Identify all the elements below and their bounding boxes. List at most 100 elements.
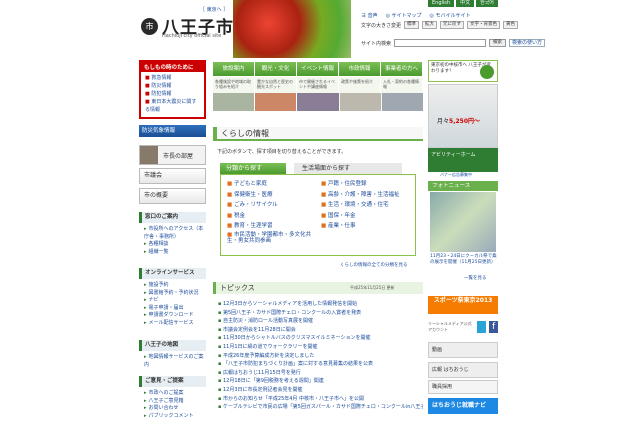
topic-item[interactable]: 第5回八王子・カサド国際チェロ・コンクールの入賞者を発表 [218, 309, 423, 318]
search-help-link[interactable]: 検索の使い方 [509, 39, 546, 47]
search-input[interactable] [394, 39, 487, 47]
city-logo-icon[interactable]: 市 [141, 18, 158, 35]
list-item[interactable]: 組織一覧 [144, 249, 206, 257]
nav-tab[interactable]: 市政情報 [339, 62, 381, 76]
emergency-item[interactable]: 防災情報 [145, 82, 200, 90]
photo-news-image[interactable] [430, 192, 496, 252]
list-item[interactable]: 施設予約 [144, 282, 206, 290]
color-yellow-button[interactable]: 黄色 [503, 21, 519, 29]
topic-item[interactable]: 12月3日からソーシャルメディアを活用した情報発信を開始 [218, 300, 423, 309]
city-overview-button[interactable]: 市の概要 [139, 188, 206, 204]
mayor-room-label: 市長の部屋 [163, 152, 194, 160]
topic-item[interactable]: 「八王子市防犯まちづくり計画」案に対する意見募集の結果を公表 [218, 360, 423, 369]
nav-photo[interactable] [339, 93, 381, 111]
city-newsletter-banner[interactable]: 広報 はちおうじ [428, 362, 498, 378]
list-item[interactable]: パブリックコメント [144, 413, 206, 421]
weather-info-banner[interactable]: 防災気象情報 [139, 125, 206, 137]
list-item[interactable]: ナビ [144, 297, 206, 305]
topic-item[interactable]: 自主防災・消防ロール活動写真展を開催 [218, 317, 423, 326]
list-item[interactable]: 八王子ご意見箱 [144, 398, 206, 406]
ad-banner-home[interactable]: アビリティーホーム [428, 148, 498, 172]
font-reset-button[interactable]: 元に戻す [440, 21, 465, 29]
sitemap-link[interactable]: ◎ サイトマップ [386, 12, 422, 19]
emergency-title: もしもの時のために [141, 62, 204, 72]
header-autumn-leaves-image [233, 0, 351, 58]
voice-link[interactable]: ヨ 音声 [361, 12, 378, 19]
list-item[interactable]: 図書館予約・予約状況 [144, 290, 206, 298]
topic-item[interactable]: 11月1日に絹の道でウォークラリーを開催 [218, 343, 423, 352]
lang-chinese[interactable]: 中文 [456, 0, 475, 7]
topic-item[interactable]: 平成26年度予算編成方針を決定しました [218, 352, 423, 361]
topic-item[interactable]: 12月18日に「第9回税務を考える週間」関連 [218, 377, 423, 386]
topic-item[interactable]: 市議会定例会を11月28日に開会 [218, 326, 423, 335]
photo-news-more-link[interactable]: 一覧を見る [464, 275, 487, 281]
list-item[interactable]: 地図情報サービスのご案内 [144, 354, 206, 369]
tab-by-scene[interactable]: 生活場面から探す [294, 163, 402, 174]
category-link[interactable]: 教育・生涯学習 [227, 221, 317, 232]
lang-english[interactable]: English [428, 0, 455, 7]
nav-tab[interactable]: 旅設案内 [213, 62, 255, 76]
nav-photo[interactable] [297, 93, 339, 111]
topic-item[interactable]: 広報はちおうじ11月15日号を発行 [218, 369, 423, 378]
font-size-row: 文字の大きさ変更 標準 拡大 元に戻す 文字・背景色 黄色 [361, 21, 519, 29]
job-navi-banner[interactable]: はちおうじ就職ナビ [428, 398, 498, 414]
category-link[interactable]: 保健衛生・医療 [227, 190, 317, 201]
video-banner[interactable]: 動画 [428, 342, 498, 358]
list-item[interactable]: 申請書ダウンロード [144, 312, 206, 320]
sports-festival-banner[interactable]: スポーツ祭東京2013 [428, 296, 498, 314]
ad-recruit-link[interactable]: バナー広告募集中 [440, 172, 472, 178]
topic-item[interactable]: 12月3日に市長定例記者会見を開催 [218, 386, 423, 395]
photo-news-heading: フォトニュース [428, 181, 498, 191]
search-button[interactable]: 検索 [489, 39, 507, 47]
all-categories-link[interactable]: くらしの情報の全ての分類を見る [340, 262, 408, 268]
list-item[interactable]: 電子申請・届出 [144, 305, 206, 313]
ad-price: 5,250円〜 [449, 118, 480, 125]
category-link[interactable]: 市民活動・学園都市・多文化共生・男女共同参画 [227, 232, 317, 244]
nav-photo[interactable] [381, 93, 424, 111]
topic-item[interactable]: ケーブルテレビで市民の広場「第5回ガスパール・カサド国際チェロ・コンクールin八… [218, 403, 423, 412]
category-link[interactable]: 高齢・介護・障害・生活福祉 [321, 190, 415, 201]
font-size-label: 文字の大きさ変更 [361, 22, 402, 29]
category-link[interactable]: 税金 [227, 211, 317, 222]
list-item[interactable]: お問い合わせ [144, 405, 206, 413]
category-link[interactable]: 国保・年金 [321, 211, 415, 222]
facebook-icon[interactable]: f [489, 321, 498, 333]
mobile-link[interactable]: ◎ モバイルサイト [430, 12, 471, 19]
staff-recruit-banner[interactable]: 職員採用 [428, 380, 498, 394]
twitter-icon[interactable] [477, 321, 487, 333]
font-standard-button[interactable]: 標準 [404, 21, 420, 29]
list-item[interactable]: 各種相談 [144, 241, 206, 249]
font-enlarge-button[interactable]: 拡大 [422, 21, 438, 29]
topic-item[interactable]: 市からのお知らせ「平成25年4月 中核市・八王子市へ」を公開 [218, 395, 423, 404]
category-link[interactable]: 生活・環境・交通・住宅 [321, 200, 415, 211]
ad-banner[interactable]: 月々5,250円〜 [428, 84, 498, 148]
list-item[interactable]: 市政へのご提案 [144, 390, 206, 398]
category-link[interactable]: 戸籍・住民登録 [321, 179, 415, 190]
nav-tab[interactable]: 観光・文化 [255, 62, 297, 76]
living-info-desc: 下記のボタンで、探す項目を切り替えることができます。 [217, 149, 347, 155]
category-link[interactable]: 産業・仕事 [321, 221, 415, 232]
mayor-room-button[interactable]: 市長の部屋 [139, 145, 206, 165]
category-link[interactable]: ごみ・リサイクル [227, 200, 317, 211]
list-item[interactable]: メール配信サービス [144, 320, 206, 328]
color-bg-button[interactable]: 文字・背景色 [467, 21, 501, 29]
utility-links: ヨ 音声 ◎ サイトマップ ◎ モバイルサイト [361, 12, 471, 19]
list-item[interactable]: 市役所へのアクセス（本庁舎・事務所） [144, 226, 206, 241]
top-link[interactable]: ［ 東京へ ］ [200, 6, 228, 13]
topic-item[interactable]: 11月30日からシャトルバスのクリスマスイルミネーションを開催 [218, 334, 423, 343]
photo-news-caption[interactable]: 11月23・24日にクーカル祭で桑の展示を開催（11月25日更新） [430, 254, 498, 266]
category-link[interactable]: 子どもと家庭 [227, 179, 317, 190]
lang-korean[interactable]: 한국어 [476, 0, 498, 7]
core-city-banner[interactable]: 東京初の中核市へ 八王子が変わります！ [428, 60, 498, 82]
emergency-item[interactable]: 防犯情報 [145, 90, 200, 98]
nav-tab[interactable]: イベント情報 [297, 62, 339, 76]
nav-photo[interactable] [213, 93, 255, 111]
nav-tab[interactable]: 事業者の方へ [381, 62, 423, 76]
living-info-heading: くらしの情報 [213, 127, 423, 141]
site-search: サイト内検索 検索 検索の使い方 [361, 39, 546, 47]
council-button[interactable]: 市議会 [139, 168, 206, 184]
tab-by-category[interactable]: 分類から探す [220, 163, 286, 174]
nav-photo[interactable] [255, 93, 297, 111]
emergency-item[interactable]: 東日本大震災に関する情報 [145, 98, 200, 114]
emergency-item[interactable]: 救急情報 [145, 74, 200, 82]
